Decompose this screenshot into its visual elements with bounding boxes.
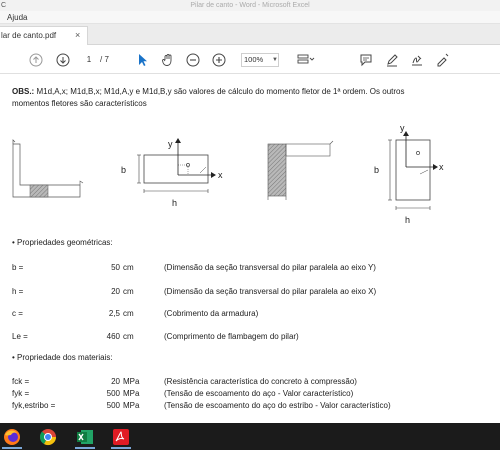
geom-desc: (Cobrimento da armadura): [164, 309, 259, 318]
geom-unit: cm: [123, 263, 134, 272]
material-unit: MPa: [123, 401, 140, 410]
cross-section-vertical: [388, 131, 438, 210]
firefox-active-indicator: [2, 447, 22, 449]
hand-icon[interactable]: [160, 52, 176, 68]
material-name: fyk =: [12, 389, 30, 398]
comment-icon[interactable]: [358, 52, 374, 68]
pdf-toolbar: 1 / 7 100% ▼: [0, 46, 500, 74]
diagram-label-b-right: b: [374, 165, 380, 175]
material-value: 500: [106, 389, 120, 398]
excel-icon[interactable]: [75, 427, 95, 447]
material-desc: (Tensão de escoamento do aço - Valor car…: [164, 389, 354, 398]
diagram-label-y-left: y: [168, 139, 173, 149]
menu-bar: Ajuda: [0, 11, 500, 24]
obs-text: M1d,A,x; M1d,B,x; M1d,A,y e M1d,B,y são …: [34, 87, 405, 96]
geom-desc: (Comprimento de flambagem do pilar): [164, 332, 299, 341]
taskbar: [0, 423, 500, 450]
diagram-label-x-left: x: [218, 170, 223, 180]
obs-line-2: momentos fletores são característicos: [12, 99, 147, 108]
material-unit: MPa: [123, 389, 140, 398]
column-diagrams: [12, 131, 438, 210]
document-tab[interactable]: lar de canto.pdf ×: [0, 26, 88, 45]
more-icon[interactable]: [434, 52, 450, 68]
zoom-out-icon[interactable]: [185, 52, 201, 68]
diagram-label-y-right: y: [400, 123, 405, 133]
menu-help[interactable]: Ajuda: [7, 11, 27, 24]
title-bar: C Pilar de canto - Word - Microsoft Exce…: [0, 0, 500, 11]
material-desc: (Resistência característica do concreto …: [164, 377, 357, 386]
geom-name: b =: [12, 263, 24, 272]
cross-section-horizontal: [137, 138, 216, 193]
acrobat-icon[interactable]: [111, 427, 131, 447]
firefox-icon[interactable]: [2, 427, 22, 447]
column-elevation-hatched: [267, 140, 334, 200]
select-cursor-icon[interactable]: [134, 52, 150, 68]
document-page: OBS.: M1d,A,x; M1d,B,x; M1d,A,y e M1d,B,…: [0, 75, 500, 423]
geom-name: Le =: [12, 332, 28, 341]
chrome-icon[interactable]: [38, 427, 58, 447]
geom-desc: (Dimensão da seção transversal do pilar …: [164, 263, 376, 272]
tab-label: lar de canto.pdf: [1, 31, 57, 40]
sign-icon[interactable]: [409, 52, 425, 68]
page-total: / 7: [100, 55, 109, 64]
diagram-label-h-right: h: [405, 215, 411, 225]
geom-value: 50: [111, 263, 120, 272]
zoom-in-icon[interactable]: [211, 52, 227, 68]
material-desc: (Tensão de escoamento do aço do estribo …: [164, 401, 391, 410]
page-display-icon[interactable]: [295, 52, 317, 68]
acrobat-active-indicator: [111, 447, 131, 449]
chevron-down-icon: ▼: [272, 57, 278, 63]
geom-unit: cm: [123, 287, 134, 296]
geom-name: c =: [12, 309, 23, 318]
geom-name: h =: [12, 287, 24, 296]
down-arrow-icon[interactable]: [55, 52, 71, 68]
window-title: Pilar de canto - Word - Microsoft Excel: [190, 2, 310, 9]
zoom-select[interactable]: 100% ▼: [241, 53, 279, 67]
geom-value: 20: [111, 287, 120, 296]
geom-unit: cm: [123, 332, 134, 341]
material-value: 500: [106, 401, 120, 410]
geom-desc: (Dimensão da seção transversal do pilar …: [164, 287, 377, 296]
geom-unit: cm: [123, 309, 134, 318]
diagram-label-h-left: h: [172, 198, 178, 208]
tab-bar: lar de canto.pdf ×: [0, 24, 500, 45]
l-column-elevation: [12, 139, 84, 198]
diagram-label-x-right: x: [439, 162, 444, 172]
pen-icon[interactable]: [384, 52, 400, 68]
page-number-input[interactable]: 1: [82, 54, 96, 66]
excel-active-indicator: [75, 447, 95, 449]
geom-value: 460: [106, 332, 120, 341]
close-tab-icon[interactable]: ×: [75, 27, 80, 44]
material-value: 20: [111, 377, 120, 386]
obs-label: OBS.:: [12, 87, 35, 96]
up-arrow-icon[interactable]: [28, 52, 44, 68]
zoom-value: 100%: [244, 55, 264, 64]
material-name: fck =: [12, 377, 30, 386]
diagram-label-b-left: b: [121, 165, 127, 175]
section-geometric-title: • Propriedades geométricas:: [12, 238, 113, 247]
obs-line-1: OBS.: M1d,A,x; M1d,B,x; M1d,A,y e M1d,B,…: [12, 87, 404, 97]
section-materials-title: • Propriedade dos materiais:: [12, 353, 113, 362]
material-name: fyk,estribo =: [12, 401, 56, 410]
geom-value: 2,5: [108, 309, 120, 318]
material-unit: MPa: [123, 377, 140, 386]
